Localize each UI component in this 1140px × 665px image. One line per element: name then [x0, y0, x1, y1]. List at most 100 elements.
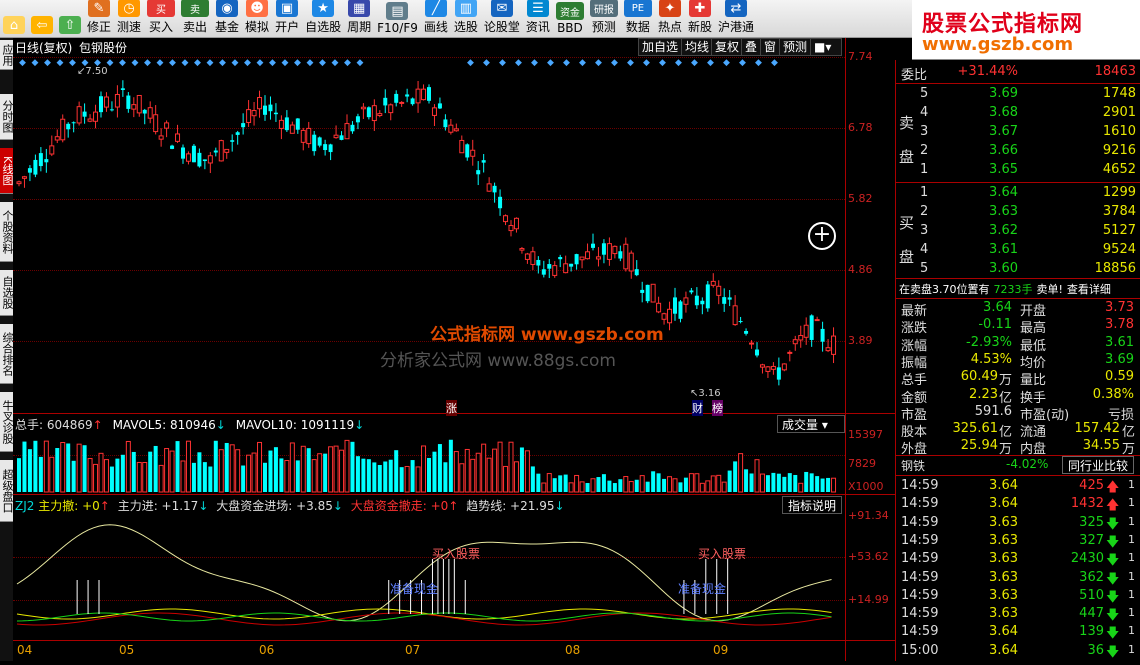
candle: [781, 363, 787, 371]
toolbar-label: 论股堂: [483, 20, 520, 34]
industry-compare-button[interactable]: 同行业比较: [1062, 456, 1134, 474]
order-level[interactable]: 4 3.68 2901: [896, 105, 1140, 123]
candle: [716, 285, 722, 296]
toolbar-button-hot[interactable]: ✦ 热点: [655, 0, 685, 37]
candle: [683, 297, 689, 305]
stat-value: 3.61: [1105, 334, 1134, 350]
order-notice[interactable]: 在卖盘3.70位置有 7233手 卖单! 查看详细: [899, 281, 1111, 297]
volume-bar: [470, 458, 476, 493]
volume-bar: [519, 447, 524, 492]
order-level[interactable]: 5 3.69 1748: [896, 86, 1140, 104]
volume-bar: [596, 477, 601, 492]
volume-bar: [574, 474, 580, 493]
candle: [333, 134, 339, 139]
adjust-button[interactable]: 复权: [711, 38, 744, 56]
order-level[interactable]: 2 3.63 3784: [896, 204, 1140, 222]
toolbar-button-new-stock[interactable]: ✚ 新股: [685, 0, 715, 37]
order-level[interactable]: 1 3.65 4652: [896, 162, 1140, 180]
order-level[interactable]: 3 3.62 5127: [896, 223, 1140, 241]
toolbar-button-buy[interactable]: 买买入: [144, 0, 178, 37]
tab-stock-info[interactable]: 个股资料: [0, 202, 14, 262]
stat-value: 25.94: [960, 438, 998, 454]
level-index: 4: [920, 242, 929, 257]
toolbar-button-person[interactable]: ☻ 模拟: [242, 0, 272, 37]
toolbar-button-pencil[interactable]: ✎ 修正: [84, 0, 114, 37]
toolbar-button-research[interactable]: 研报 预测: [587, 0, 621, 37]
tab-diagnosis[interactable]: 牛叉诊股: [0, 392, 14, 452]
candle: [513, 217, 519, 230]
toolbar-button-star[interactable]: ★ 自选股: [302, 0, 344, 37]
stat-label: 均价: [1020, 355, 1047, 371]
candle: [623, 243, 629, 270]
toolbar-button-news[interactable]: ☰ 资讯: [523, 0, 553, 37]
tick-flag: 1: [1128, 514, 1135, 528]
toolbar-button-home[interactable]: ⌂: [0, 0, 28, 37]
period-label[interactable]: 日线(复权): [15, 39, 72, 56]
toolbar-button-sell[interactable]: 卖卖出: [178, 0, 212, 37]
candle: [749, 342, 755, 345]
order-level[interactable]: 4 3.61 9524: [896, 242, 1140, 260]
toolbar-button-calendar[interactable]: ▦ 周期: [344, 0, 374, 37]
toolbar-button-back-arrow[interactable]: ⇦: [28, 0, 56, 37]
toolbar-button-money[interactable]: 资金 BBD: [553, 0, 587, 37]
toolbar-button-fund[interactable]: ◉ 基金: [212, 0, 242, 37]
window-button[interactable]: 窗: [760, 38, 781, 56]
candle: [465, 144, 470, 158]
volume-bar: [492, 448, 498, 493]
candle: [437, 103, 442, 109]
stat-label: 流通: [1020, 425, 1047, 441]
tick-time: 14:59: [901, 624, 939, 640]
volume-bar: [759, 473, 765, 493]
indicator-name[interactable]: ZJ2: [15, 499, 34, 513]
tick-flag: 1: [1128, 551, 1135, 565]
tab-kline[interactable]: K线图: [0, 148, 14, 194]
level-index: 5: [920, 261, 929, 276]
add-circle-icon[interactable]: +: [808, 222, 836, 250]
toolbar-button-pe[interactable]: PE 数据: [621, 0, 655, 37]
tick-price: 3.63: [989, 514, 1018, 530]
finance-badge[interactable]: 财: [692, 400, 703, 416]
level-volume: 9216: [1102, 143, 1136, 158]
play-menu-icon[interactable]: ■▾: [810, 38, 842, 56]
add-watchlist-button[interactable]: 加自选: [638, 38, 683, 56]
toolbar-button-doc[interactable]: ▤ F10/F9: [374, 0, 421, 37]
view-detail-link[interactable]: 查看详细: [1067, 283, 1111, 296]
tab-ranking[interactable]: 综合排名: [0, 324, 14, 384]
stat-unit: 亿: [999, 390, 1013, 406]
indicator-help-button[interactable]: 指标说明: [782, 496, 842, 514]
industry-name[interactable]: 钢铁: [901, 457, 925, 474]
overlay-button[interactable]: 叠: [741, 38, 762, 56]
volume-bar: [273, 447, 278, 492]
ranking-badge[interactable]: 榜: [712, 400, 723, 416]
doc-icon: ▤: [386, 2, 409, 20]
toolbar-button-draw-line[interactable]: ╱ 画线: [421, 0, 451, 37]
ma-button[interactable]: 均线: [681, 38, 714, 56]
draw-line-icon: ╱: [424, 0, 447, 17]
volume-bar: [733, 461, 738, 492]
volume-bar: [328, 446, 334, 493]
toolbar-button-account[interactable]: ▣ 开户: [272, 0, 302, 37]
toolbar-button-chart[interactable]: ▥ 选股: [451, 0, 481, 37]
tab-app[interactable]: 应用: [0, 40, 14, 70]
tab-timeshare[interactable]: 分时图: [0, 94, 14, 140]
volume-selector[interactable]: 成交量 ▾: [777, 415, 845, 433]
tab-watchlist[interactable]: 自选股: [0, 270, 14, 316]
forecast-button[interactable]: 预测: [779, 38, 812, 56]
toolbar-button-hk[interactable]: ⇄ 沪港通: [715, 0, 757, 37]
tick-flag: 1: [1128, 642, 1135, 656]
order-level[interactable]: 1 3.64 1299: [896, 185, 1140, 203]
order-level[interactable]: 3 3.67 1610: [896, 124, 1140, 142]
chart-icon: ▥: [454, 0, 477, 17]
order-level[interactable]: 5 3.60 18856: [896, 261, 1140, 279]
volume-bar: [43, 440, 49, 493]
candle: [585, 251, 591, 260]
toolbar-button-forum[interactable]: ✉ 论股堂: [481, 0, 523, 37]
toolbar-button-forward-arrow[interactable]: ⇧: [56, 0, 84, 37]
order-level[interactable]: 2 3.66 9216: [896, 143, 1140, 161]
limit-up-badge[interactable]: 涨: [446, 400, 457, 416]
toolbar-button-clock[interactable]: ◷ 测速: [114, 0, 144, 37]
tick-price: 3.63: [989, 587, 1018, 603]
tab-super-panel[interactable]: 超级盘口: [0, 460, 14, 522]
level-volume: 1299: [1102, 185, 1136, 200]
indicator-tick: +53.62: [848, 550, 889, 563]
